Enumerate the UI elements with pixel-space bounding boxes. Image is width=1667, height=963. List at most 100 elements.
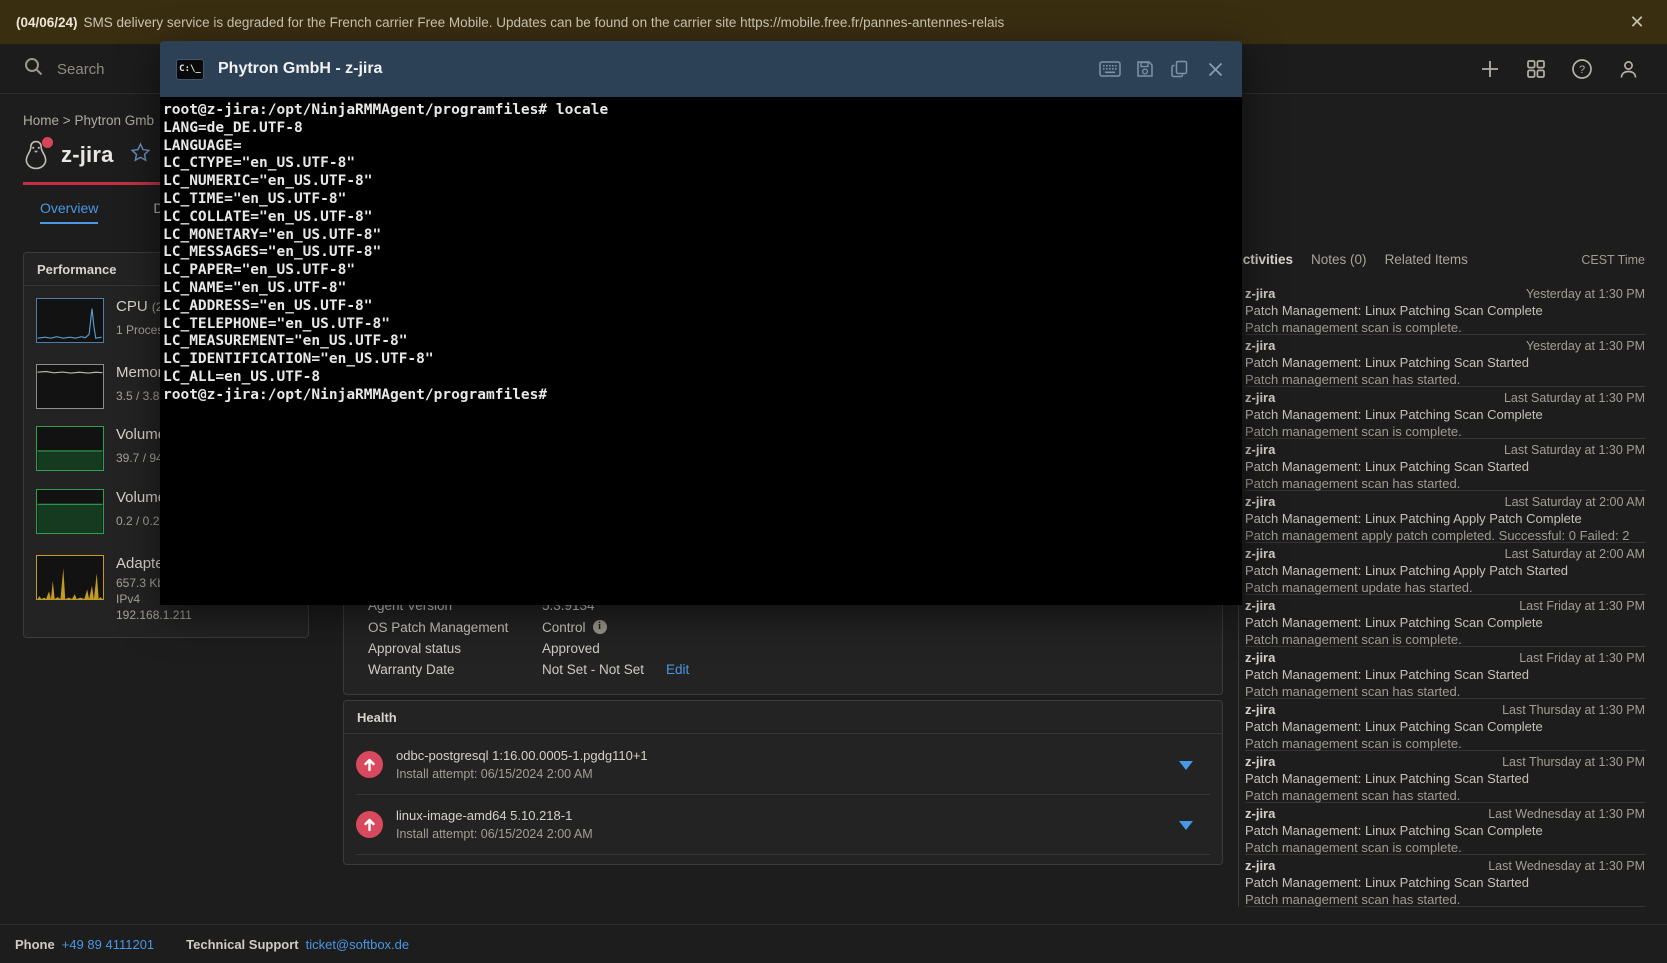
activity-timestamp: Last Thursday at 1:30 PM (1502, 755, 1645, 769)
terminal-line: LC_MEASUREMENT="en_US.UTF-8" (163, 333, 1242, 351)
activity-entry[interactable]: z-jira Last Thursday at 1:30 PM Patch Ma… (1245, 699, 1645, 751)
activity-entry[interactable]: z-jira Yesterday at 1:30 PM Patch Manage… (1245, 283, 1645, 335)
activity-title: Patch Management: Linux Patching Scan St… (1245, 770, 1645, 787)
terminal-line: LC_MESSAGES="en_US.UTF-8" (163, 244, 1242, 262)
package-name: odbc-postgresql 1:16.00.0005-1.pgdg110+1 (396, 747, 648, 764)
adapter-ip: 192.168.1.211 (116, 608, 192, 622)
activity-timestamp: Last Friday at 1:30 PM (1519, 599, 1645, 613)
terminal-line: LC_PAPER="en_US.UTF-8" (163, 262, 1242, 280)
activity-description: Patch management scan has started. (1245, 787, 1645, 804)
activity-description: Patch management apply patch completed. … (1245, 527, 1645, 544)
expand-caret-icon[interactable] (1179, 821, 1193, 830)
cpu-label: CPU (116, 298, 148, 315)
os-patch-management-label: OS Patch Management (368, 620, 542, 635)
terminal-modal-header[interactable]: C:\_ Phytron GmbH - z-jira (160, 41, 1242, 97)
health-item[interactable]: odbc-postgresql 1:16.00.0005-1.pgdg110+1… (356, 735, 1210, 795)
help-icon[interactable]: ? (1569, 56, 1595, 82)
terminal-line: LC_CTYPE="en_US.UTF-8" (163, 155, 1242, 173)
warranty-edit-link[interactable]: Edit (666, 662, 689, 677)
activity-title: Patch Management: Linux Patching Scan St… (1245, 354, 1645, 371)
terminal-output[interactable]: root@z-jira:/opt/NinjaRMMAgent/programfi… (160, 97, 1242, 605)
support-email-link[interactable]: ticket@softbox.de (306, 937, 410, 952)
expand-caret-icon[interactable] (1179, 761, 1193, 770)
activity-description: Patch management scan has started. (1245, 683, 1645, 700)
approval-status-value: Approved (542, 641, 600, 656)
breadcrumb-home[interactable]: Home (23, 113, 59, 128)
breadcrumb: Home > Phytron Gmb (23, 113, 154, 128)
activity-entry[interactable]: z-jira Last Saturday at 2:00 AM Patch Ma… (1245, 543, 1645, 595)
svg-text:?: ? (1579, 64, 1585, 76)
activity-timestamp: Last Thursday at 1:30 PM (1502, 703, 1645, 717)
activity-entry[interactable]: z-jira Yesterday at 1:30 PM Patch Manage… (1245, 335, 1645, 387)
terminal-line: root@z-jira:/opt/NinjaRMMAgent/programfi… (163, 387, 1242, 405)
device-name: z-jira (61, 142, 114, 168)
package-name: linux-image-amd64 5.10.218-1 (396, 807, 593, 824)
terminal-line: LC_ADDRESS="en_US.UTF-8" (163, 298, 1242, 316)
activity-entry[interactable]: z-jira Last Wednesday at 1:30 PM Patch M… (1245, 803, 1645, 855)
activities-tabs: Activities Notes (0) Related Items CEST … (1233, 252, 1645, 267)
activity-entry[interactable]: z-jira Last Wednesday at 1:30 PM Patch M… (1245, 855, 1645, 907)
save-icon[interactable] (1134, 58, 1156, 80)
install-attempt: Install attempt: 06/15/2024 2:00 AM (396, 766, 648, 783)
warranty-date-value: Not Set - Not Set (542, 662, 644, 677)
phone-link[interactable]: +49 89 4111201 (62, 937, 154, 952)
warranty-date-label: Warranty Date (368, 662, 542, 677)
activity-entry[interactable]: z-jira Last Saturday at 1:30 PM Patch Ma… (1245, 387, 1645, 439)
terminal-line: LC_MONETARY="en_US.UTF-8" (163, 227, 1242, 245)
banner-close-icon[interactable]: ✕ (1627, 12, 1647, 32)
terminal-line: LANGUAGE= (163, 138, 1242, 156)
activity-device: z-jira (1245, 754, 1275, 770)
tab-notes[interactable]: Notes (0) (1311, 252, 1367, 267)
add-icon[interactable] (1477, 56, 1503, 82)
activity-title: Patch Management: Linux Patching Scan St… (1245, 874, 1645, 891)
warranty-date-row: Warranty Date Not Set - Not Set Edit (368, 662, 689, 677)
activity-entry[interactable]: z-jira Last Saturday at 2:00 AM Patch Ma… (1245, 491, 1645, 543)
volume2-gauge (36, 489, 104, 534)
activity-description: Patch management scan is complete. (1245, 735, 1645, 752)
terminal-line: LC_COLLATE="en_US.UTF-8" (163, 209, 1242, 227)
terminal-line: LC_NAME="en_US.UTF-8" (163, 280, 1242, 298)
activity-device: z-jira (1245, 702, 1275, 718)
close-icon[interactable] (1204, 58, 1226, 80)
memory-row[interactable]: Memor 3.5 / 3.8 ( (36, 364, 167, 409)
cpu-row[interactable]: CPU (2% 1 Process (36, 298, 173, 343)
activity-timestamp: Last Saturday at 1:30 PM (1504, 391, 1645, 405)
activity-description: Patch management scan has started. (1245, 475, 1645, 492)
volume1-row[interactable]: Volume 39.7 / 94. (36, 426, 166, 471)
favorite-star-icon[interactable] (130, 142, 151, 168)
activity-entry[interactable]: z-jira Last Friday at 1:30 PM Patch Mana… (1245, 595, 1645, 647)
tab-overview[interactable]: Overview (40, 200, 98, 224)
virtual-keyboard-icon[interactable] (1099, 58, 1121, 80)
cpu-sparkline (36, 298, 104, 343)
activity-timestamp: Last Saturday at 2:00 AM (1505, 547, 1645, 561)
banner-date: (04/06/24) (16, 15, 78, 30)
health-items: odbc-postgresql 1:16.00.0005-1.pgdg110+1… (344, 735, 1222, 855)
terminal-line: LC_NUMERIC="en_US.UTF-8" (163, 173, 1242, 191)
device-alert-badge (42, 137, 53, 148)
terminal-line: LC_IDENTIFICATION="en_US.UTF-8" (163, 351, 1242, 369)
tab-activities[interactable]: Activities (1233, 252, 1293, 267)
activity-list: z-jira Yesterday at 1:30 PM Patch Manage… (1245, 283, 1645, 907)
activity-device: z-jira (1245, 546, 1275, 562)
apps-grid-icon[interactable] (1523, 56, 1549, 82)
breadcrumb-current[interactable]: Phytron Gmb (74, 113, 154, 128)
activity-title: Patch Management: Linux Patching Scan St… (1245, 458, 1645, 475)
search-input[interactable]: Search (24, 54, 105, 84)
activity-timestamp: Last Wednesday at 1:30 PM (1488, 807, 1645, 821)
copy-icon[interactable] (1169, 58, 1191, 80)
activity-entry[interactable]: z-jira Last Saturday at 1:30 PM Patch Ma… (1245, 439, 1645, 491)
alert-banner: (04/06/24) SMS delivery service is degra… (0, 0, 1667, 44)
activity-entry[interactable]: z-jira Last Thursday at 1:30 PM Patch Ma… (1245, 751, 1645, 803)
activity-title: Patch Management: Linux Patching Scan St… (1245, 666, 1645, 683)
linux-penguin-icon (23, 140, 51, 170)
tab-related-items[interactable]: Related Items (1385, 252, 1468, 267)
activity-entry[interactable]: z-jira Last Friday at 1:30 PM Patch Mana… (1245, 647, 1645, 699)
volume2-row[interactable]: Volume 0.2 / 0.2 ( (36, 489, 167, 534)
terminal-modal-title: Phytron GmbH - z-jira (218, 60, 382, 78)
health-item[interactable]: linux-image-amd64 5.10.218-1 Install att… (356, 795, 1210, 855)
phone-label: Phone (15, 937, 55, 952)
terminal-line: LANG=de_DE.UTF-8 (163, 120, 1242, 138)
user-icon[interactable] (1615, 56, 1641, 82)
info-icon[interactable]: i (593, 620, 607, 634)
device-titlebar: z-jira (23, 140, 151, 170)
